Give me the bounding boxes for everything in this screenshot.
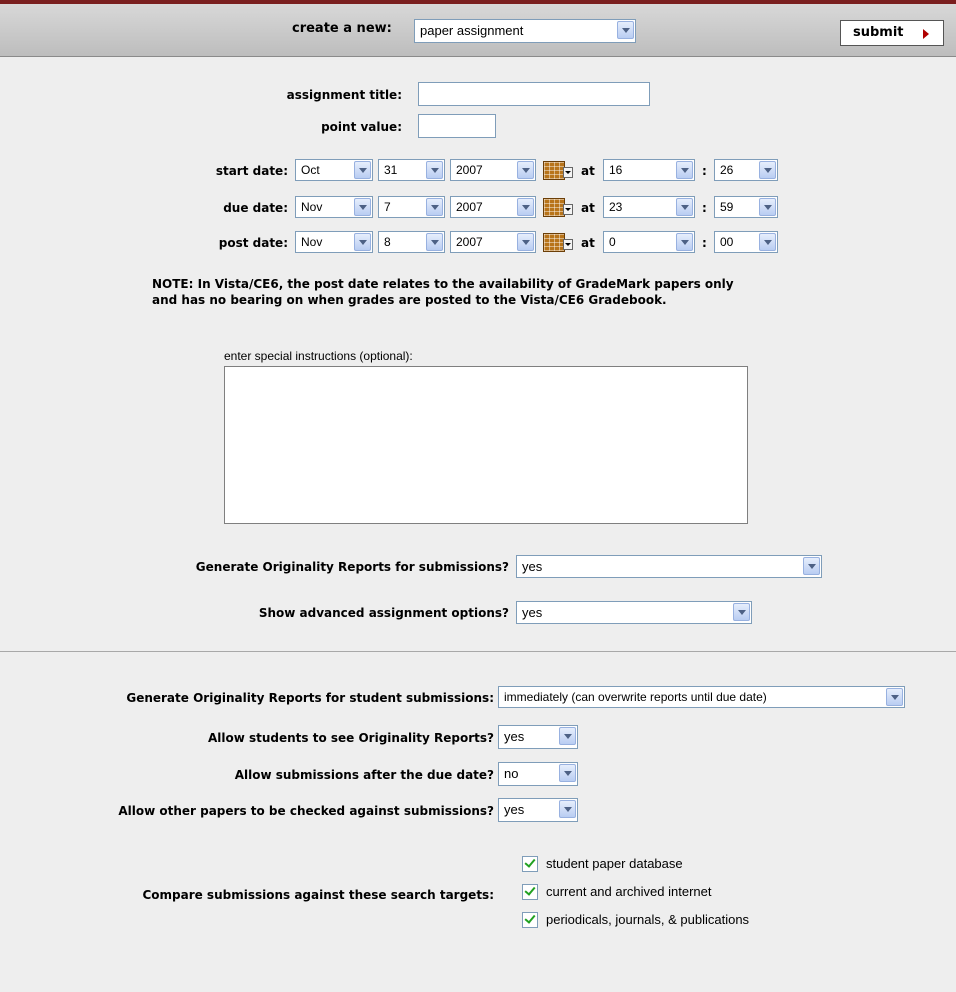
special-instructions-textarea[interactable] — [224, 366, 748, 524]
target-student-paper-label: student paper database — [546, 856, 683, 871]
create-new-label: create a new: — [292, 21, 392, 36]
chevron-down-icon — [886, 688, 903, 706]
note-line-2: and has no bearing on when grades are po… — [152, 293, 667, 307]
top-toolbar: create a new: paper assignment submit — [0, 4, 956, 57]
chevron-down-icon — [426, 233, 443, 251]
chevron-down-icon — [559, 800, 576, 818]
chevron-down-icon — [733, 603, 750, 621]
advanced-options-select[interactable]: yes — [516, 601, 752, 624]
due-month-select[interactable]: Nov — [295, 196, 373, 218]
see-reports-label: Allow students to see Originality Report… — [207, 731, 494, 745]
at-label: at — [581, 164, 595, 178]
target-periodicals-checkbox[interactable] — [522, 912, 538, 928]
student-reports-select[interactable]: immediately (can overwrite reports until… — [498, 686, 905, 708]
search-targets-label: Compare submissions against these search… — [142, 888, 494, 902]
chevron-down-icon — [517, 161, 534, 179]
originality-reports-select[interactable]: yes — [516, 555, 822, 578]
assignment-title-input[interactable] — [418, 82, 650, 106]
chevron-down-icon — [354, 161, 371, 179]
chevron-down-icon — [759, 198, 776, 216]
start-hour-select[interactable]: 16 — [603, 159, 695, 181]
chevron-down-icon — [617, 21, 634, 39]
arrow-right-icon — [923, 29, 929, 39]
target-internet-checkbox[interactable] — [522, 884, 538, 900]
target-student-paper-checkbox[interactable] — [522, 856, 538, 872]
at-label: at — [581, 236, 595, 250]
at-label: at — [581, 201, 595, 215]
chevron-down-icon — [676, 198, 693, 216]
start-year-select[interactable]: 2007 — [450, 159, 536, 181]
post-date-label: post date: — [218, 236, 288, 250]
chevron-down-icon — [759, 161, 776, 179]
post-day-select[interactable]: 8 — [378, 231, 445, 253]
start-day-select[interactable]: 31 — [378, 159, 445, 181]
post-minute-select[interactable]: 00 — [714, 231, 778, 253]
post-hour-select[interactable]: 0 — [603, 231, 695, 253]
check-papers-label: Allow other papers to be checked against… — [118, 804, 494, 818]
start-minute-select[interactable]: 26 — [714, 159, 778, 181]
chevron-down-icon — [759, 233, 776, 251]
chevron-down-icon — [803, 557, 820, 575]
chevron-down-icon — [354, 233, 371, 251]
chevron-down-icon — [676, 233, 693, 251]
post-date-note: NOTE: In Vista/CE6, the post date relate… — [152, 276, 852, 308]
see-reports-select[interactable]: yes — [498, 725, 578, 749]
originality-reports-label: Generate Originality Reports for submiss… — [195, 560, 509, 574]
chevron-down-icon — [559, 727, 576, 745]
point-value-label: point value: — [321, 120, 402, 134]
chevron-down-icon — [517, 198, 534, 216]
special-instructions-label: enter special instructions (optional): — [224, 349, 413, 363]
point-value-input[interactable] — [418, 114, 496, 138]
time-colon: : — [702, 164, 707, 178]
note-line-1: NOTE: In Vista/CE6, the post date relate… — [152, 277, 734, 291]
chevron-down-icon — [426, 198, 443, 216]
time-colon: : — [702, 201, 707, 215]
assignment-type-value: paper assignment — [420, 23, 524, 38]
due-hour-select[interactable]: 23 — [603, 196, 695, 218]
due-date-label: due date: — [223, 201, 288, 215]
time-colon: : — [702, 236, 707, 250]
chevron-down-icon — [559, 764, 576, 782]
student-reports-label: Generate Originality Reports for student… — [126, 691, 494, 705]
section-divider — [0, 651, 956, 652]
chevron-down-icon — [676, 161, 693, 179]
chevron-down-icon — [354, 198, 371, 216]
chevron-down-icon — [426, 161, 443, 179]
advanced-options-label: Show advanced assignment options? — [258, 606, 509, 620]
post-calendar-icon[interactable] — [541, 231, 575, 253]
assignment-title-label: assignment title: — [286, 88, 402, 102]
chevron-down-icon — [517, 233, 534, 251]
due-calendar-icon[interactable] — [541, 196, 575, 218]
late-submissions-select[interactable]: no — [498, 762, 578, 786]
start-date-label: start date: — [215, 164, 288, 178]
post-month-select[interactable]: Nov — [295, 231, 373, 253]
assignment-type-select[interactable]: paper assignment — [414, 19, 636, 43]
late-submissions-label: Allow submissions after the due date? — [234, 768, 494, 782]
post-year-select[interactable]: 2007 — [450, 231, 536, 253]
check-papers-select[interactable]: yes — [498, 798, 578, 822]
start-calendar-icon[interactable] — [541, 159, 575, 181]
due-year-select[interactable]: 2007 — [450, 196, 536, 218]
due-minute-select[interactable]: 59 — [714, 196, 778, 218]
target-internet-label: current and archived internet — [546, 884, 712, 899]
start-month-select[interactable]: Oct — [295, 159, 373, 181]
target-periodicals-label: periodicals, journals, & publications — [546, 912, 750, 927]
submit-label: submit — [853, 25, 904, 40]
due-day-select[interactable]: 7 — [378, 196, 445, 218]
submit-button[interactable]: submit — [840, 20, 944, 46]
